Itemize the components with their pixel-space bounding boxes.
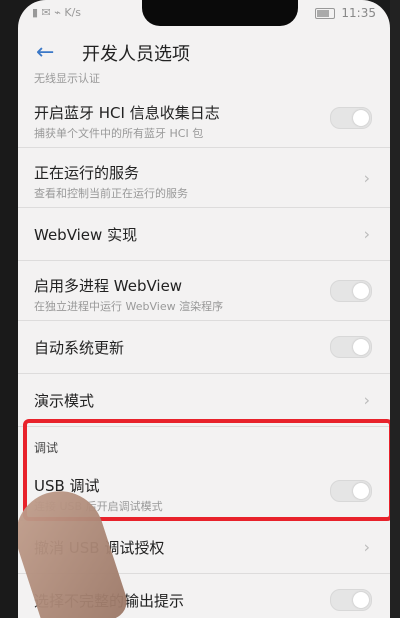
chevron-right-icon: › xyxy=(363,168,370,187)
list-item-label: 启用多进程 WebView xyxy=(34,277,183,295)
battery-icon xyxy=(315,7,336,19)
camera-notch xyxy=(142,0,298,26)
phone-screen: ▮ ✉ ⌁ K/s 11:35 ← 开发人员选项 无线显示认证 开启蓝牙 HCI… xyxy=(18,0,390,618)
page-title: 开发人员选项 xyxy=(82,44,190,65)
list-item-sub: 查看和控制当前正在运行的服务 xyxy=(34,187,188,200)
list-item-demo-mode[interactable]: 演示模式 › xyxy=(18,374,390,427)
list-item-multiprocess-webview[interactable]: 启用多进程 WebView 在独立进程中运行 WebView 渲染程序 xyxy=(18,261,390,321)
chevron-right-icon: › xyxy=(363,224,370,244)
toggle-switch[interactable] xyxy=(330,106,372,129)
back-arrow-icon[interactable]: ← xyxy=(36,41,60,65)
status-bar-left: ▮ ✉ ⌁ K/s xyxy=(32,6,82,19)
list-item-label: 正在运行的服务 xyxy=(34,164,140,182)
list-item-label: USB 调试 xyxy=(34,477,100,495)
list-item-label: 开启蓝牙 HCI 信息收集日志 xyxy=(34,104,220,122)
status-bar-right: 11:35 xyxy=(315,6,376,20)
list-item-label: 自动系统更新 xyxy=(34,338,125,357)
list-item-label: WebView 实现 xyxy=(34,225,138,244)
chevron-right-icon: › xyxy=(363,537,370,557)
list-item-auto-update[interactable]: 自动系统更新 xyxy=(18,321,390,374)
list-item-sub: 在独立进程中运行 WebView 渲染程序 xyxy=(34,300,224,313)
toggle-switch[interactable] xyxy=(330,279,372,302)
list-item-sub: 捕获单个文件中的所有蓝牙 HCI 包 xyxy=(34,127,204,140)
status-time: 11:35 xyxy=(341,6,376,20)
toggle-switch[interactable] xyxy=(330,589,372,611)
phone-bezel xyxy=(390,0,400,618)
list-item-running-services[interactable]: 正在运行的服务 查看和控制当前正在运行的服务 › xyxy=(18,148,390,208)
chevron-right-icon: › xyxy=(363,390,370,410)
section-header-debug: 调试 xyxy=(34,441,59,455)
list-item-bt-hci[interactable]: 开启蓝牙 HCI 信息收集日志 捕获单个文件中的所有蓝牙 HCI 包 xyxy=(18,88,390,148)
list-item-webview-impl[interactable]: WebView 实现 › xyxy=(18,208,390,261)
partial-row-text: 无线显示认证 xyxy=(34,72,100,85)
list-item-label: 演示模式 xyxy=(34,391,95,410)
usb-debug-toggle[interactable] xyxy=(330,479,372,502)
toggle-switch[interactable] xyxy=(330,336,372,358)
